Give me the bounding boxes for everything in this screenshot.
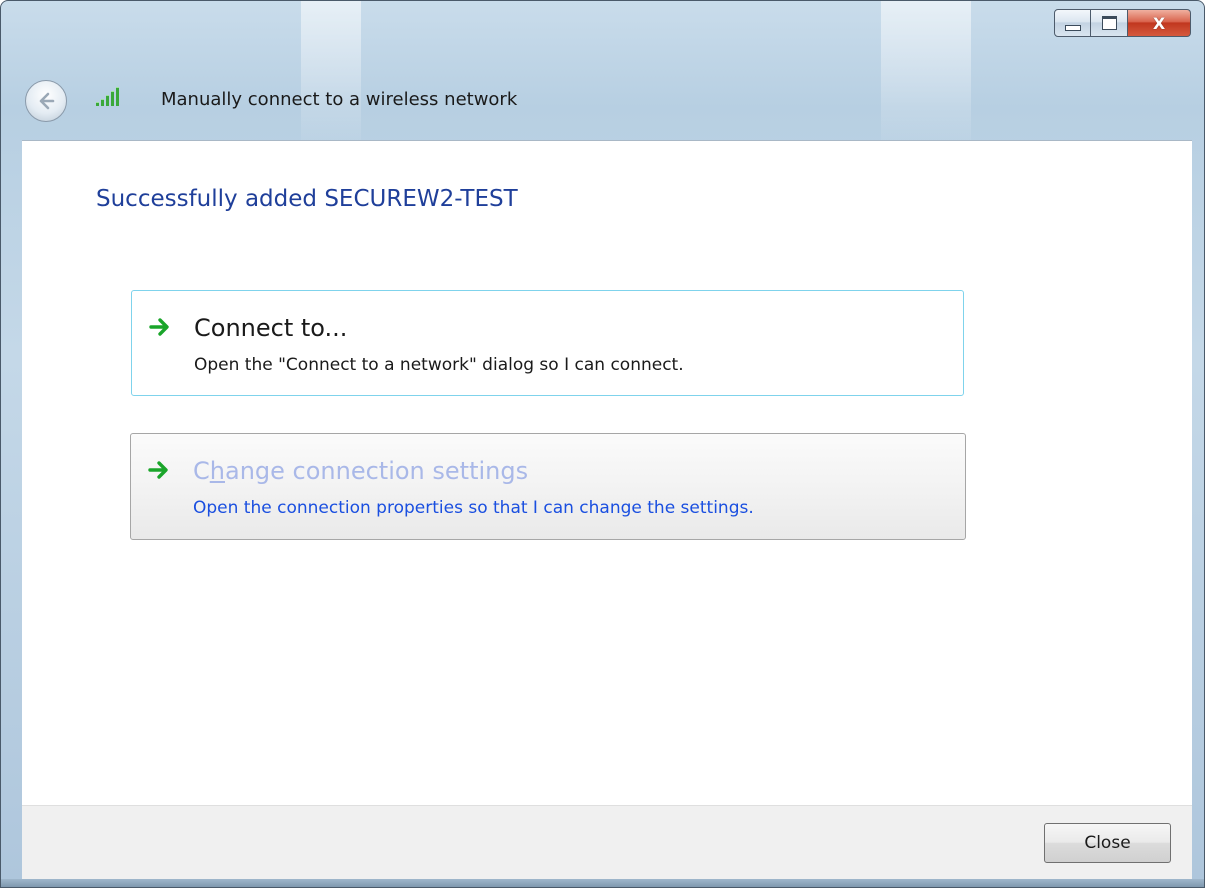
window-bottom-frame xyxy=(1,879,1204,887)
back-arrow-icon xyxy=(39,92,55,110)
header-bar: Manually connect to a wireless network xyxy=(1,71,1204,131)
minimize-icon xyxy=(1064,25,1081,31)
close-button[interactable]: Close xyxy=(1044,823,1171,863)
green-arrow-icon xyxy=(148,461,168,479)
window-title: Manually connect to a wireless network xyxy=(161,89,518,110)
caption-buttons: X xyxy=(1054,9,1191,39)
maximize-icon xyxy=(1101,16,1117,30)
dialog-window: X Manually connect to a wireless network… xyxy=(0,0,1205,888)
change-connection-settings-command-link[interactable]: Change connection settings Open the conn… xyxy=(130,433,966,540)
command-link-title: Connect to... xyxy=(194,314,348,342)
wireless-signal-icon xyxy=(96,87,119,106)
dialog-footer: Close xyxy=(22,805,1192,882)
connect-to-command-link[interactable]: Connect to... Open the "Connect to a net… xyxy=(131,290,964,396)
title-suffix: ange connection settings xyxy=(224,457,529,485)
command-link-description: Open the connection properties so that I… xyxy=(193,498,754,518)
title-prefix: C xyxy=(193,457,210,485)
accelerator-key: h xyxy=(209,457,225,485)
content-area: Successfully added SECUREW2-TEST Connect… xyxy=(22,140,1192,806)
page-title: Successfully added SECUREW2-TEST xyxy=(96,186,518,212)
command-link-description: Open the "Connect to a network" dialog s… xyxy=(194,355,684,375)
window-close-button[interactable]: X xyxy=(1128,9,1191,37)
minimize-button[interactable] xyxy=(1054,9,1091,37)
green-arrow-icon xyxy=(149,318,169,336)
back-button[interactable] xyxy=(25,80,67,122)
command-link-title: Change connection settings xyxy=(193,457,528,485)
maximize-button[interactable] xyxy=(1091,9,1128,37)
close-icon: X xyxy=(1152,13,1166,33)
